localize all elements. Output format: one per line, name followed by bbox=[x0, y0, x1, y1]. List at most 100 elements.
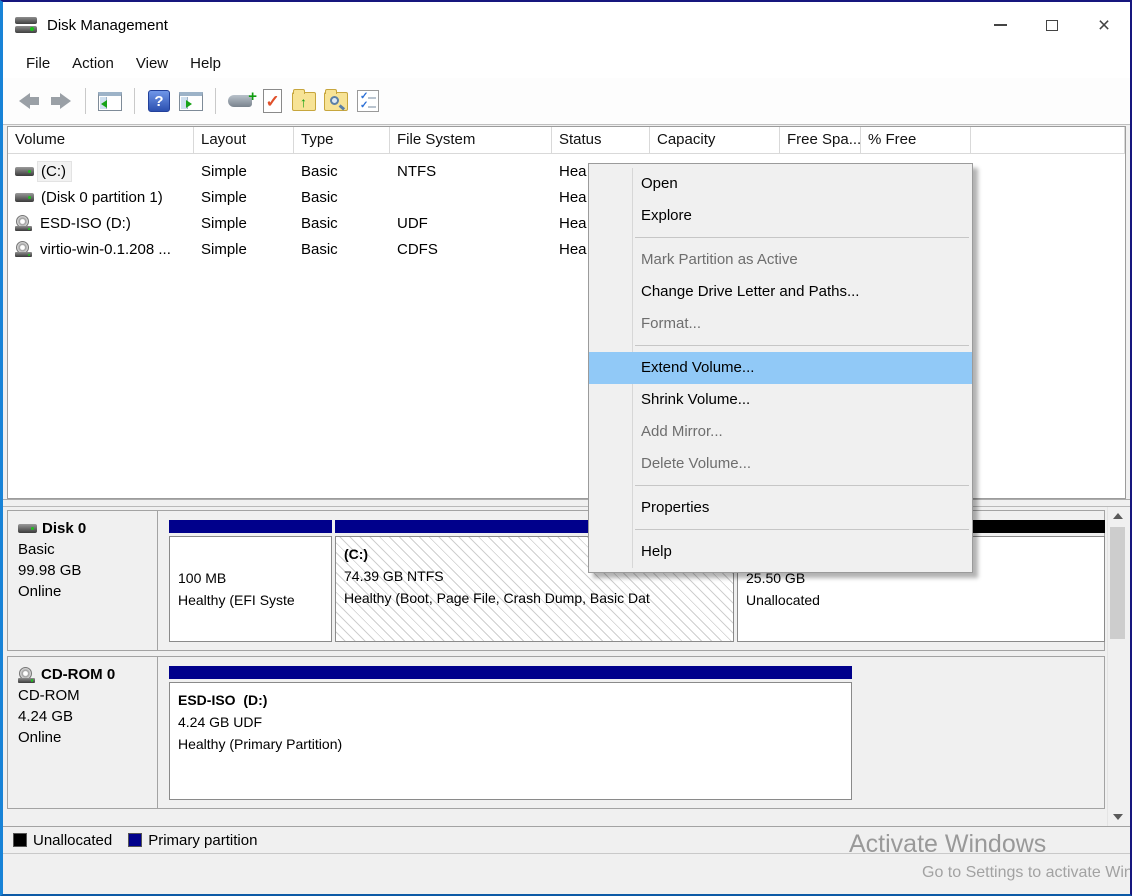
partition-bar bbox=[169, 520, 332, 533]
column-header-File System[interactable]: File System bbox=[390, 127, 552, 154]
cd-rom-icon bbox=[18, 667, 36, 683]
menu-item-properties[interactable]: Properties bbox=[589, 492, 972, 524]
legend-swatch bbox=[13, 833, 27, 847]
disk-label-panel[interactable]: CD-ROM 0CD-ROM4.24 GBOnline bbox=[8, 657, 158, 808]
disk-info-line: Online bbox=[18, 729, 157, 746]
menu-separator bbox=[589, 232, 972, 244]
title-bar: Disk Management × bbox=[3, 2, 1130, 48]
disk-info-line: 99.98 GB bbox=[18, 562, 157, 579]
context-menu: OpenExplore Mark Partition as ActiveChang… bbox=[588, 163, 973, 573]
rescan-disks-button[interactable] bbox=[224, 85, 256, 117]
column-header-blank[interactable] bbox=[971, 127, 1125, 154]
disk-management-window: Disk Management × FileActionViewHelp ? ↑… bbox=[0, 0, 1132, 896]
forward-icon bbox=[51, 93, 71, 109]
volume-name-cell: (Disk 0 partition 1) bbox=[8, 184, 194, 210]
partition-box: ESD-ISO (D:)4.24 GB UDFHealthy (Primary … bbox=[169, 682, 852, 800]
column-header-Capacity[interactable]: Capacity bbox=[650, 127, 780, 154]
volume-fs-cell: NTFS bbox=[390, 158, 552, 184]
partition[interactable]: 100 MBHealthy (EFI Syste bbox=[169, 520, 332, 642]
check-file-button[interactable] bbox=[256, 85, 288, 117]
menu-item-mark-partition-as-active[interactable]: Mark Partition as Active bbox=[589, 244, 972, 276]
maximize-button[interactable] bbox=[1026, 2, 1078, 48]
back-button[interactable] bbox=[13, 85, 45, 117]
task-list-button[interactable]: ✓✓ bbox=[352, 85, 384, 117]
menu-bar: FileActionViewHelp bbox=[3, 48, 1130, 78]
chevron-up-icon bbox=[1113, 513, 1123, 519]
menu-item-extend-volume[interactable]: Extend Volume... bbox=[589, 352, 972, 384]
disk-name: Disk 0 bbox=[18, 520, 157, 537]
partition-info-line: Healthy (Primary Partition) bbox=[178, 733, 843, 755]
scrollbar-thumb[interactable] bbox=[1110, 527, 1125, 639]
partition[interactable]: ESD-ISO (D:)4.24 GB UDFHealthy (Primary … bbox=[169, 666, 852, 800]
vertical-scrollbar[interactable] bbox=[1107, 507, 1126, 826]
disk-name-text: CD-ROM 0 bbox=[41, 666, 115, 683]
volume-layout-cell: Simple bbox=[194, 236, 294, 262]
partition-area: ESD-ISO (D:)4.24 GB UDFHealthy (Primary … bbox=[159, 657, 1104, 808]
toolbar: ? ↑ ✓✓ bbox=[3, 78, 1130, 125]
activate-windows-watermark-subtext: Go to Settings to activate Windows. bbox=[922, 864, 1132, 882]
action-pane-icon bbox=[179, 92, 203, 111]
activate-windows-watermark: Activate Windows bbox=[849, 830, 1046, 859]
volume-name: virtio-win-0.1.208 ... bbox=[37, 240, 176, 259]
menu-separator bbox=[589, 524, 972, 536]
legend-item: Unallocated bbox=[13, 832, 112, 849]
forward-button[interactable] bbox=[45, 85, 77, 117]
partition-bar bbox=[169, 666, 852, 679]
volume-name: ESD-ISO (D:) bbox=[37, 214, 136, 233]
menu-item-delete-volume[interactable]: Delete Volume... bbox=[589, 448, 972, 480]
menubar-item-action[interactable]: Action bbox=[61, 51, 125, 76]
partition-info-line: Unallocated bbox=[746, 589, 1096, 611]
column-header-% Free[interactable]: % Free bbox=[861, 127, 971, 154]
volume-list-header: VolumeLayoutTypeFile SystemStatusCapacit… bbox=[8, 127, 1125, 154]
menubar-item-help[interactable]: Help bbox=[179, 51, 232, 76]
disk-info-line: Basic bbox=[18, 541, 157, 558]
action-pane-button[interactable] bbox=[175, 85, 207, 117]
legend-swatch bbox=[128, 833, 142, 847]
back-icon bbox=[19, 93, 39, 109]
console-tree-icon bbox=[98, 92, 122, 111]
drive-icon bbox=[15, 193, 34, 202]
help-button[interactable]: ? bbox=[143, 85, 175, 117]
partition-info-line: 100 MB bbox=[178, 567, 323, 589]
maximize-icon bbox=[1046, 20, 1058, 31]
menu-item-open[interactable]: Open bbox=[589, 168, 972, 200]
folder-up-icon: ↑ bbox=[292, 92, 316, 111]
partition-info-line: 4.24 GB UDF bbox=[178, 711, 843, 733]
column-header-Volume[interactable]: Volume bbox=[8, 127, 194, 154]
menu-item-help[interactable]: Help bbox=[589, 536, 972, 568]
column-header-Type[interactable]: Type bbox=[294, 127, 390, 154]
column-header-Status[interactable]: Status bbox=[552, 127, 650, 154]
console-tree-button[interactable] bbox=[94, 85, 126, 117]
menu-item-add-mirror[interactable]: Add Mirror... bbox=[589, 416, 972, 448]
menubar-item-file[interactable]: File bbox=[15, 51, 61, 76]
partition-info-line: Healthy (Boot, Page File, Crash Dump, Ba… bbox=[344, 587, 725, 609]
volume-fs-cell bbox=[390, 184, 552, 210]
menubar-item-view[interactable]: View bbox=[125, 51, 179, 76]
partition-text: 100 MBHealthy (EFI Syste bbox=[178, 537, 323, 611]
partition-title: ESD-ISO (D:) bbox=[178, 689, 843, 711]
help-icon: ? bbox=[148, 90, 170, 112]
menu-item-format[interactable]: Format... bbox=[589, 308, 972, 340]
close-icon: × bbox=[1098, 15, 1110, 36]
menu-item-change-drive-letter-and-paths[interactable]: Change Drive Letter and Paths... bbox=[589, 276, 972, 308]
volume-layout-cell: Simple bbox=[194, 210, 294, 236]
scroll-up-button[interactable] bbox=[1108, 507, 1126, 525]
close-button[interactable]: × bbox=[1078, 2, 1130, 48]
folder-search-button[interactable] bbox=[320, 85, 352, 117]
disk-row-cd-rom-0: CD-ROM 0CD-ROM4.24 GBOnlineESD-ISO (D:)4… bbox=[7, 656, 1105, 809]
volume-type-cell: Basic bbox=[294, 158, 390, 184]
rescan-disks-icon bbox=[228, 95, 252, 107]
scroll-down-button[interactable] bbox=[1108, 808, 1126, 826]
drive-icon bbox=[15, 167, 34, 176]
volume-type-cell: Basic bbox=[294, 236, 390, 262]
disk-label-panel[interactable]: Disk 0Basic99.98 GBOnline bbox=[8, 511, 158, 650]
menu-item-shrink-volume[interactable]: Shrink Volume... bbox=[589, 384, 972, 416]
folder-up-button[interactable]: ↑ bbox=[288, 85, 320, 117]
disk-info-line: 4.24 GB bbox=[18, 708, 157, 725]
minimize-button[interactable] bbox=[974, 2, 1026, 48]
menu-item-explore[interactable]: Explore bbox=[589, 200, 972, 232]
column-header-Free Spa...[interactable]: Free Spa... bbox=[780, 127, 861, 154]
partition-box: 100 MBHealthy (EFI Syste bbox=[169, 536, 332, 642]
volume-layout-cell: Simple bbox=[194, 184, 294, 210]
column-header-Layout[interactable]: Layout bbox=[194, 127, 294, 154]
